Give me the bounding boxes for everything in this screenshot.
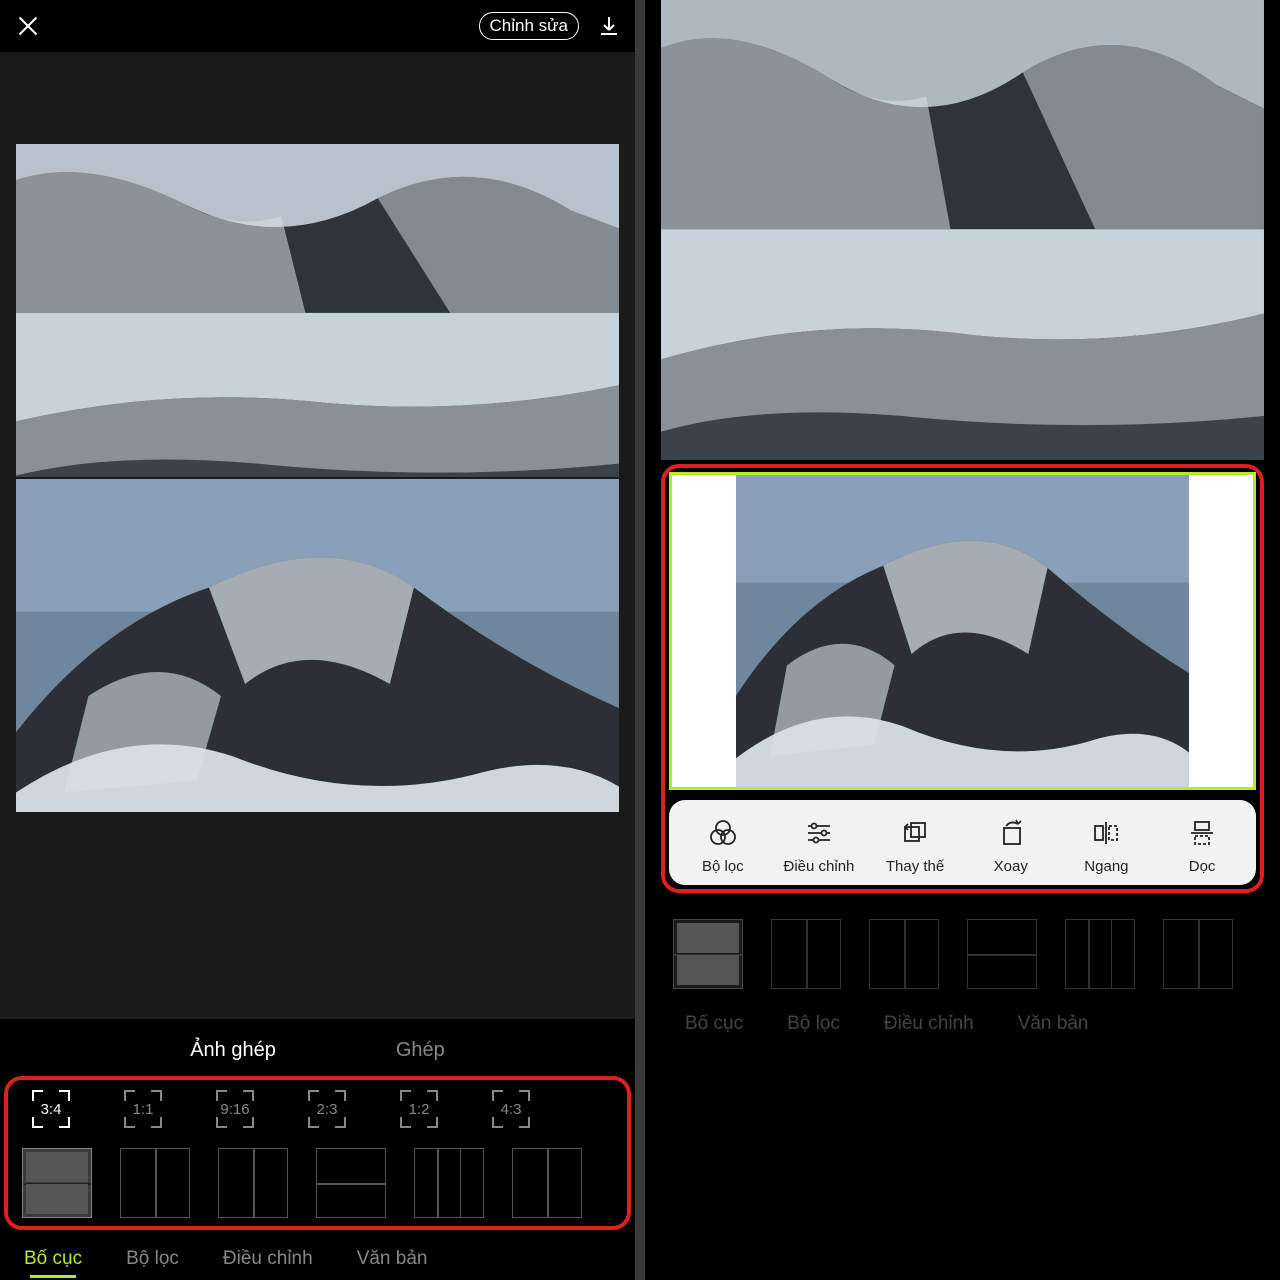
- tab-adjust: Điều chỉnh: [884, 1013, 974, 1035]
- right-canvas: Bộ lọc Điều chỉnh Thay thế: [645, 0, 1280, 1280]
- tool-flip-horizontal[interactable]: Ngang: [1071, 818, 1141, 875]
- tab-text[interactable]: Văn bản: [357, 1248, 428, 1270]
- topbar-right: Chỉnh sửa: [479, 12, 621, 40]
- mode-tab-collage[interactable]: Ảnh ghép: [190, 1039, 276, 1062]
- tool-replace-label: Thay thế: [886, 858, 944, 875]
- tool-rotate-label: Xoay: [994, 858, 1028, 875]
- tool-vertical-label: Dọc: [1189, 858, 1216, 875]
- collage-photo-bottom[interactable]: [16, 477, 619, 812]
- layout-2-vertical[interactable]: [771, 919, 841, 989]
- left-screenshot: Chỉnh sửa: [0, 0, 635, 1280]
- highlight-box-left: 3:4 1:1 9:16 2:3 1:2 4:3: [4, 1076, 631, 1230]
- layout-left-split[interactable]: [869, 919, 939, 989]
- selected-photo[interactable]: [736, 475, 1189, 787]
- collage-photo-top[interactable]: [661, 0, 1264, 460]
- aspect-4-3[interactable]: 4:3: [482, 1090, 540, 1130]
- tool-horizontal-label: Ngang: [1084, 858, 1128, 875]
- tool-rotate[interactable]: Xoay: [976, 818, 1046, 875]
- aspect-9-16[interactable]: 9:16: [206, 1090, 264, 1130]
- layout-top-bottom-split[interactable]: [967, 919, 1037, 989]
- layout-2-vertical[interactable]: [120, 1148, 190, 1218]
- layout-grid-4[interactable]: [1163, 919, 1233, 989]
- rotate-icon: [996, 818, 1026, 848]
- replace-icon: [900, 818, 930, 848]
- tool-adjust-label: Điều chỉnh: [784, 858, 855, 875]
- layout-3-vertical[interactable]: [414, 1148, 484, 1218]
- highlight-box-right: Bộ lọc Điều chỉnh Thay thế: [661, 464, 1264, 893]
- sliders-icon: [804, 818, 834, 848]
- tool-filter[interactable]: Bộ lọc: [688, 818, 758, 875]
- layout-grid-4[interactable]: [512, 1148, 582, 1218]
- aspect-1-1[interactable]: 1:1: [114, 1090, 172, 1130]
- mode-tab-stitch[interactable]: Ghép: [396, 1039, 445, 1062]
- selected-photo-frame[interactable]: [669, 472, 1256, 790]
- tool-replace[interactable]: Thay thế: [880, 818, 950, 875]
- download-icon[interactable]: [597, 14, 621, 38]
- flip-vertical-icon: [1187, 818, 1217, 848]
- tab-filter: Bộ lọc: [787, 1013, 840, 1035]
- tab-layout[interactable]: Bố cục: [24, 1248, 82, 1270]
- layout-3-vertical[interactable]: [1065, 919, 1135, 989]
- aspect-ratio-row: 3:4 1:1 9:16 2:3 1:2 4:3: [10, 1088, 625, 1140]
- topbar: Chỉnh sửa: [0, 0, 635, 52]
- tool-filter-label: Bộ lọc: [702, 858, 744, 875]
- aspect-3-4[interactable]: 3:4: [22, 1090, 80, 1130]
- filter-icon: [708, 818, 738, 848]
- bottom-tabs-dimmed: Bố cục Bộ lọc Điều chỉnh Văn bản: [661, 995, 1264, 1047]
- close-icon[interactable]: [14, 12, 42, 40]
- flip-horizontal-icon: [1091, 818, 1121, 848]
- edit-button[interactable]: Chỉnh sửa: [479, 12, 579, 40]
- canvas-area: [0, 52, 635, 1019]
- aspect-1-2[interactable]: 1:2: [390, 1090, 448, 1130]
- collage-frame[interactable]: [16, 144, 619, 812]
- bottom-tabs: Bố cục Bộ lọc Điều chỉnh Văn bản: [0, 1230, 635, 1280]
- layout-template-row: [10, 1140, 625, 1224]
- layout-2-horizontal[interactable]: [673, 919, 743, 989]
- layout-top-bottom-split[interactable]: [316, 1148, 386, 1218]
- layout-2-horizontal[interactable]: [22, 1148, 92, 1218]
- right-screenshot: Bộ lọc Điều chỉnh Thay thế: [645, 0, 1280, 1280]
- tab-adjust[interactable]: Điều chỉnh: [223, 1248, 313, 1270]
- tab-text: Văn bản: [1018, 1013, 1089, 1035]
- tab-filter[interactable]: Bộ lọc: [126, 1248, 179, 1270]
- tab-layout: Bố cục: [685, 1013, 743, 1035]
- tool-flip-vertical[interactable]: Dọc: [1167, 818, 1237, 875]
- aspect-2-3[interactable]: 2:3: [298, 1090, 356, 1130]
- mode-tabs: Ảnh ghép Ghép: [0, 1019, 635, 1076]
- tool-adjust[interactable]: Điều chỉnh: [784, 818, 855, 875]
- layout-template-row-dimmed: [661, 899, 1264, 995]
- collage-photo-top[interactable]: [16, 144, 619, 477]
- layout-left-split[interactable]: [218, 1148, 288, 1218]
- photo-tools-panel: Bộ lọc Điều chỉnh Thay thế: [669, 800, 1256, 885]
